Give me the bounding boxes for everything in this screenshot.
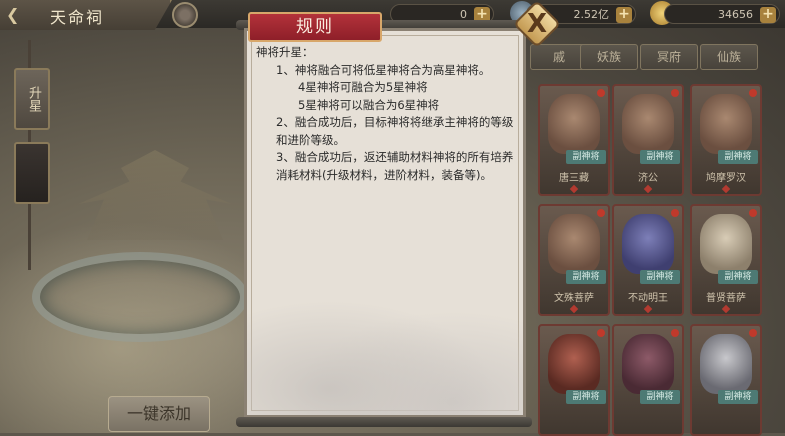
hero-portrait — [548, 334, 600, 394]
hero-card[interactable]: 副神将 不动明王 — [612, 204, 684, 316]
resource-value: 34656 — [718, 8, 753, 21]
star-icon — [721, 184, 731, 194]
hero-card[interactable]: 副神将 济公 — [612, 84, 684, 196]
rules-line: 5星神将可以融合为6星神将 — [298, 97, 440, 112]
hero-portrait — [700, 334, 752, 394]
card-badge: 副神将 — [718, 270, 758, 284]
dialog-title-banner: 规则 — [248, 12, 382, 42]
rules-line: 4星神将可融合为5星神将 — [298, 80, 428, 94]
card-badge: 副神将 — [566, 150, 606, 164]
rules-line: 2、融合成功后，目标神将将继承主神将的等级和进阶等级。 — [276, 115, 514, 147]
hero-name: 文殊菩萨 — [554, 293, 594, 304]
title-panel: ❮ 天命祠 — [0, 0, 172, 30]
notification-dot — [671, 89, 679, 97]
rules-line: 3、融合成功后，返还辅助材料神将的所有培养消耗材料(升级材料，进阶材料，装备等)… — [276, 150, 514, 182]
card-badge: 副神将 — [640, 390, 680, 404]
hero-card[interactable]: 副神将 文殊菩萨 — [538, 204, 610, 316]
cloud-decoration — [247, 285, 523, 415]
hero-name: 不动明王 — [628, 293, 668, 304]
card-badge: 副神将 — [718, 150, 758, 164]
notification-dot — [671, 329, 679, 337]
hero-card[interactable]: 副神将 — [612, 324, 684, 436]
notification-dot — [671, 209, 679, 217]
hero-portrait — [548, 214, 600, 274]
hero-card[interactable]: 副神将 唐三藏 — [538, 84, 610, 196]
scroll-rod-bottom — [236, 417, 532, 427]
hero-portrait — [622, 334, 674, 394]
rules-heading: 神将升星： — [256, 45, 314, 59]
card-badge: 副神将 — [718, 390, 758, 404]
card-badge: 副神将 — [640, 150, 680, 164]
one-click-add-button[interactable]: 一键添加 — [108, 396, 210, 432]
star-icon — [721, 304, 731, 314]
hero-name: 唐三藏 — [559, 173, 589, 184]
notification-dot — [597, 329, 605, 337]
hero-card[interactable]: 副神将 鸠摩罗汉 — [690, 84, 762, 196]
hero-portrait — [622, 214, 674, 274]
side-nav-upgrade-star[interactable]: 升星 — [14, 68, 50, 130]
rules-text: 神将升星： 1、神将融合可将低星神将合为高星神将。 4星神将可融合为5星神将 5… — [256, 44, 518, 184]
summoning-portal — [32, 252, 248, 342]
card-badge: 副神将 — [566, 390, 606, 404]
hero-card[interactable]: 副神将 — [538, 324, 610, 436]
star-icon — [569, 304, 579, 314]
resource-value: 2.52亿 — [573, 8, 610, 21]
hero-portrait — [622, 94, 674, 154]
tab-yaozu[interactable]: 妖族 — [580, 44, 638, 70]
star-icon — [569, 184, 579, 194]
tab-xianzu[interactable]: 仙族 — [700, 44, 758, 70]
back-arrow-icon[interactable]: ❮ — [6, 6, 24, 24]
rules-line: 1、神将融合可将低星神将合为高星神将。 — [276, 62, 491, 77]
card-badge: 副神将 — [640, 270, 680, 284]
star-icon — [643, 184, 653, 194]
hero-name: 济公 — [638, 173, 658, 184]
hero-portrait — [700, 214, 752, 274]
hero-portrait — [700, 94, 752, 154]
hero-card[interactable]: 副神将 — [690, 324, 762, 436]
notification-dot — [749, 89, 757, 97]
tab-mingfu[interactable]: 冥府 — [640, 44, 698, 70]
notification-dot — [597, 209, 605, 217]
close-icon: X — [526, 8, 548, 39]
notification-dot — [749, 329, 757, 337]
hero-portrait — [548, 94, 600, 154]
dialog-title: 规则 — [296, 17, 334, 37]
notification-dot — [749, 209, 757, 217]
star-icon — [643, 304, 653, 314]
hero-name: 普贤菩萨 — [706, 293, 746, 304]
side-nav-item-2[interactable] — [14, 142, 50, 204]
card-badge: 副神将 — [566, 270, 606, 284]
resource-counter-3: 34656 + — [664, 4, 780, 24]
add-resource-button[interactable]: + — [616, 7, 632, 23]
notification-dot — [597, 89, 605, 97]
settings-gear-icon[interactable] — [172, 2, 198, 28]
hero-name: 鸠摩罗汉 — [706, 173, 746, 184]
add-resource-button[interactable]: + — [760, 7, 776, 23]
hero-card[interactable]: 副神将 普贤菩萨 — [690, 204, 762, 316]
page-title: 天命祠 — [50, 8, 105, 27]
